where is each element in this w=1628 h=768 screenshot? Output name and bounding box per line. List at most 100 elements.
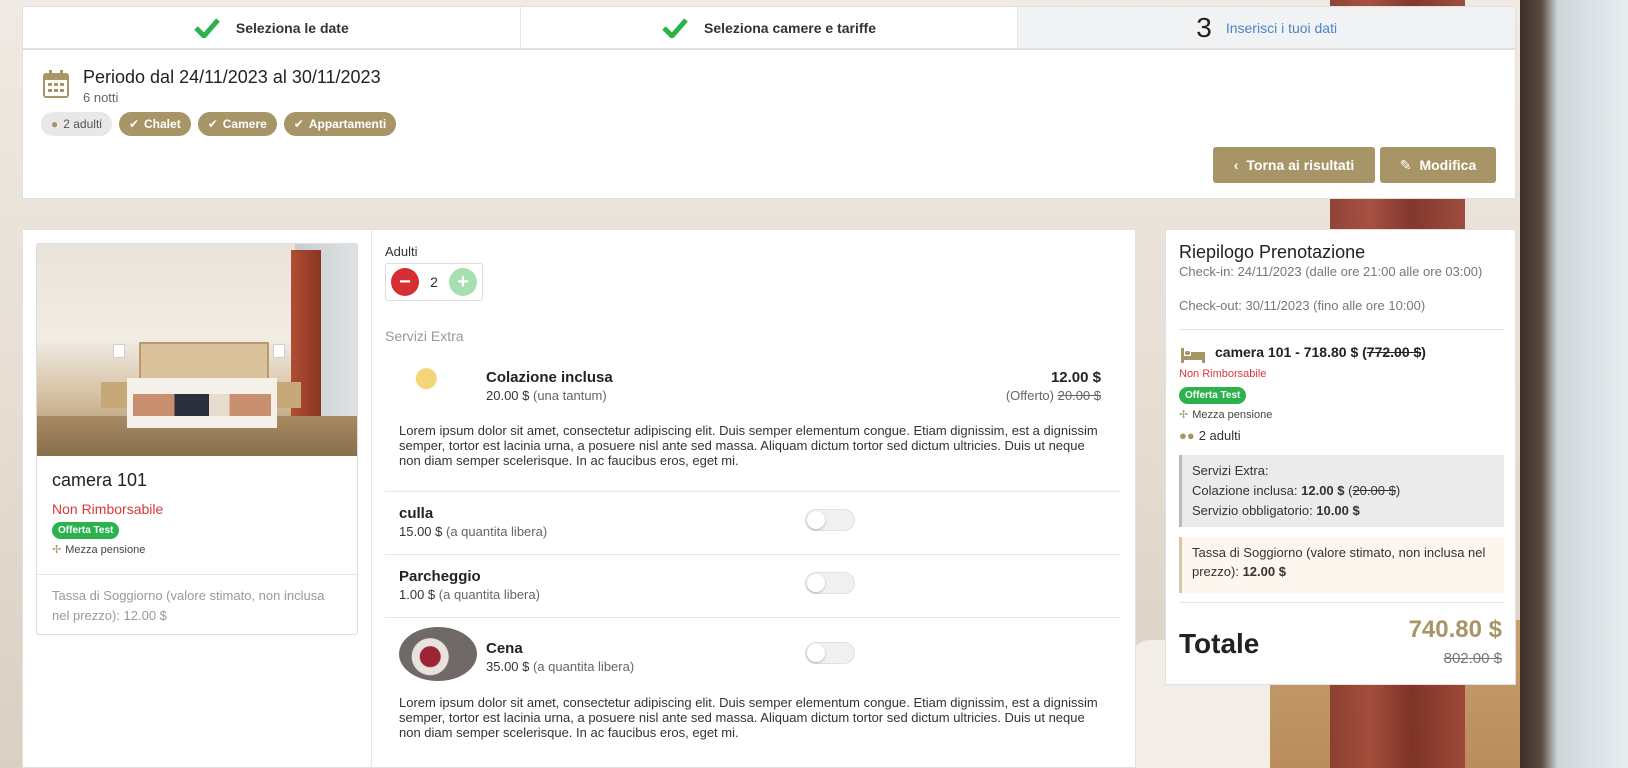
nights-count: 6 notti [83,90,119,105]
tag-label: Appartamenti [308,117,387,131]
step-1-label: Seleziona le date [235,19,349,36]
tag-chalet: ✔ Chalet [118,112,191,136]
service-description: Lorem ipsum dolor sit amet, consectetur … [399,695,1098,740]
service-price-value: 15.00 $ [399,524,443,539]
back-button-label: Torna ai risultati [1246,157,1355,173]
checkin-info: Check-in: 24/11/2023 (dalle ore 21:00 al… [1179,264,1483,279]
breakfast-photo [399,357,477,411]
booking-recap: Riepilogo Prenotazione Check-in: 24/11/2… [1165,229,1516,685]
background-window [1520,0,1628,768]
recap-adults-label: 2 adulti [1198,428,1241,443]
step-3: 3 Inserisci i tuoi dati [1017,7,1516,48]
extra-paren: ) [1395,483,1401,498]
back-to-results-button[interactable]: ‹ Torna ai risultati [1213,147,1375,183]
period-title: Periodo dal 24/11/2023 al 30/11/2023 [83,67,381,87]
service-item-parcheggio: Parcheggio 1.00 $ (a quantita libera) [385,563,1121,613]
tag-adults: ● 2 adulti [41,112,112,136]
decrease-adults-button[interactable]: − [391,268,419,296]
service-price-value: 1.00 $ [399,587,436,602]
people-icon: ●● [1179,428,1195,443]
offer-old-price: 20.00 $ [1057,388,1101,403]
recap-adults: ●● 2 adulti [1179,428,1241,443]
adults-label: Adulti [385,244,418,259]
check-icon [662,17,688,38]
recap-meal-plan-label: Mezza pensione [1192,408,1273,421]
adults-stepper: − 2 + [385,263,483,301]
cena-toggle[interactable] [805,642,855,664]
tag-label: Camere [222,117,267,131]
extra-label: Servizio obbligatorio: [1192,503,1317,518]
calendar-icon [43,70,69,98]
service-offer-note: (Offerto) 20.00 $ [1006,388,1101,403]
chevron-left-icon: ‹ [1233,157,1239,173]
cutlery-icon: ✢ [1179,409,1189,421]
tag-label: 2 adulti [63,117,102,131]
extra-price: 10.00 $ [1316,503,1360,518]
total-price: 740.80 $ [1408,616,1502,643]
pencil-icon: ✎ [1399,156,1412,173]
recap-extra-2: Servizio obbligatorio: 10.00 $ [1192,501,1494,521]
room-name: camera 101 [52,470,148,490]
service-price: 15.00 $ (a quantita libera) [399,524,547,539]
check-icon: ✔ [207,117,218,131]
check-icon: ✔ [293,117,304,131]
tax-note: Tassa di Soggiorno (valore stimato, non … [52,588,325,623]
step-1[interactable]: Seleziona le date [23,7,520,48]
extras-title: Servizi Extra [385,328,464,344]
recap-room-old-price: 772.00 $ [1366,344,1422,360]
service-price-value: 20.00 $ [486,388,530,403]
step-3-number: 3 [1196,11,1212,43]
service-item-breakfast: Colazione inclusa 20.00 $ (una tantum) 1… [385,357,1121,479]
service-name: culla [399,505,434,522]
service-price: 35.00 $ (a quantita libera) [486,659,634,674]
service-price-note: (a quantita libera) [533,659,635,674]
recap-extras-box: Servizi Extra: Colazione inclusa: 12.00 … [1179,455,1504,527]
recap-room-line: camera 101 - 718.80 $ (772.00 $) [1215,344,1426,360]
recap-room-close: ) [1421,344,1426,360]
check-icon: ✔ [128,117,140,131]
tax-value: 12.00 $ [1242,564,1286,579]
edit-button[interactable]: ✎ Modifica [1380,147,1496,183]
increase-adults-button[interactable]: + [448,268,477,296]
recap-title: Riepilogo Prenotazione [1179,242,1366,262]
cutlery-icon: ✢ [52,544,62,556]
service-name: Colazione inclusa [486,369,613,386]
adults-value: 2 [430,274,438,290]
edit-button-label: Modifica [1419,157,1477,173]
total-old-price: 802.00 $ [1443,650,1502,667]
step-2[interactable]: Seleziona camere e tariffe [519,7,1018,48]
tax-label: Tassa di Soggiorno (valore stimato, non … [1192,545,1486,579]
offer-label: (Offerto) [1005,388,1054,403]
room-details-panel: camera 101 Non Rimborsabile Offerta Test… [22,229,1136,768]
meal-plan: ✢ Mezza pensione [52,543,146,557]
checkout-info: Check-out: 30/11/2023 (fino alle ore 10:… [1179,298,1426,313]
service-name: Cena [486,640,523,657]
extra-price: 12.00 $ [1301,483,1345,498]
tag-camere: ✔ Camere [197,112,277,136]
parcheggio-toggle[interactable] [805,572,855,594]
step-2-label: Seleziona camere e tariffe [704,19,876,36]
service-item-cena: Cena 35.00 $ (a quantita libera) Lorem i… [385,627,1121,757]
dinner-photo [399,627,477,681]
tag-label: Chalet [144,117,181,131]
check-icon [194,17,220,38]
recap-refund-policy: Non Rimborsabile [1179,368,1267,380]
recap-extra-1: Colazione inclusa: 12.00 $ (20.00 $) [1192,481,1494,501]
filter-tags: ● 2 adulti ✔ Chalet ✔ Camere ✔ Appartame… [41,112,397,136]
person-icon: ● [51,117,59,131]
extra-label: Colazione inclusa: [1192,483,1302,498]
culla-toggle[interactable] [805,509,855,531]
service-price-note: (a quantita libera) [446,524,548,539]
tag-appartamenti: ✔ Appartamenti [283,112,397,136]
service-offer-price: 12.00 $ [1050,369,1101,386]
search-summary: Periodo dal 24/11/2023 al 30/11/2023 6 n… [22,49,1516,199]
step-3-label: Inserisci i tuoi dati [1225,19,1338,36]
bed-icon [1181,348,1205,363]
service-price: 20.00 $ (una tantum) [486,388,607,403]
recap-extras-title: Servizi Extra: [1192,463,1269,478]
room-card: camera 101 Non Rimborsabile Offerta Test… [36,243,358,635]
recap-meal-plan: ✢ Mezza pensione [1179,408,1273,422]
service-price-note: (a quantita libera) [438,587,540,602]
meal-plan-label: Mezza pensione [65,543,146,556]
service-price-value: 35.00 $ [486,659,530,674]
